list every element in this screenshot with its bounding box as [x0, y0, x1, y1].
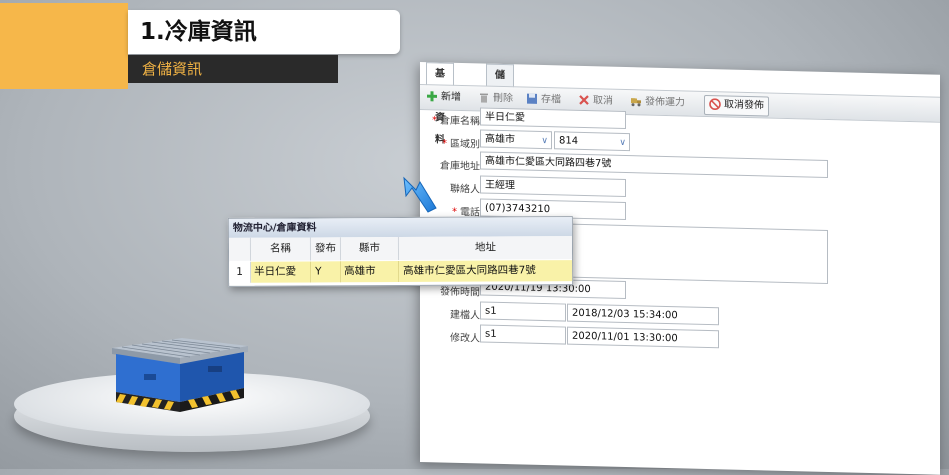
required-star: *	[442, 138, 447, 150]
warehouse-data-grid: 物流中心/倉庫資料 名稱 發布 縣市 地址 1 半日仁愛 Y 高雄市 高雄市仁愛…	[227, 216, 574, 287]
tab-basic-info[interactable]: 基本資料	[426, 62, 454, 146]
grid-cell-name[interactable]: 半日仁愛	[251, 261, 312, 283]
grid-header-published[interactable]: 發布	[310, 237, 342, 261]
modified-by-user-field: s1	[480, 324, 566, 345]
region-label: * 區域別	[442, 138, 480, 151]
city-select[interactable]: 高雄市	[480, 129, 552, 150]
grid-header-address[interactable]: 地址	[398, 236, 573, 261]
cancel-publish-label: 取消發佈	[724, 99, 764, 112]
grid-cell-city[interactable]: 高雄市	[341, 261, 400, 283]
modified-by-label: 修改人	[450, 332, 480, 345]
address-input[interactable]: 高雄市仁愛區大同路四巷7號	[480, 151, 828, 178]
no-publish-icon	[709, 98, 721, 111]
add-button[interactable]: 新增	[426, 88, 461, 107]
cancel-button[interactable]: 取消	[578, 92, 613, 111]
required-star: *	[432, 115, 437, 127]
save-button-label: 存檔	[541, 93, 561, 106]
warehouse-illustration	[112, 338, 248, 412]
created-time-field: 2018/12/03 15:34:00	[567, 303, 719, 326]
warehouse-name-label: * 倉庫名稱	[432, 115, 480, 128]
save-button[interactable]: 存檔	[526, 91, 561, 110]
modified-time-field: 2020/11/01 13:30:00	[567, 326, 719, 349]
grid-header-index	[228, 237, 252, 261]
grid-header-name[interactable]: 名稱	[250, 237, 312, 261]
add-button-label: 新增	[441, 91, 461, 104]
cancel-publish-button[interactable]: 取消發佈	[704, 94, 769, 117]
publish-capacity-button[interactable]: 發佈運力	[630, 93, 685, 112]
truck-icon	[631, 98, 641, 107]
grid-cell-address[interactable]: 高雄市仁愛區大同路四巷7號	[399, 260, 573, 283]
grid-cell-published[interactable]: Y	[311, 261, 342, 283]
cancel-button-label: 取消	[593, 95, 613, 107]
publish-capacity-label: 發佈運力	[645, 96, 685, 109]
page-title: 1.冷庫資訊	[128, 10, 400, 54]
close-icon	[579, 95, 589, 105]
created-by-label: 建檔人	[450, 309, 480, 322]
grid-row-index: 1	[229, 261, 252, 283]
pointer-arrow-icon	[403, 176, 437, 213]
tab-storage-location[interactable]: 儲位資料	[486, 63, 514, 147]
title-accent-block	[0, 3, 128, 89]
grid-title: 物流中心/倉庫資料	[228, 217, 572, 238]
grid-header-city[interactable]: 縣市	[340, 237, 400, 261]
created-by-user-field: s1	[480, 301, 566, 322]
contact-input[interactable]: 王經理	[480, 175, 626, 198]
warehouse-name-input[interactable]: 半日仁愛	[480, 107, 626, 130]
trash-icon	[480, 93, 488, 103]
plus-icon	[427, 91, 437, 102]
delete-button[interactable]: 刪除	[478, 89, 513, 108]
floppy-disk-icon	[527, 93, 537, 104]
page-subtitle: 倉儲資訊	[128, 55, 338, 83]
delete-button-label: 刪除	[493, 92, 513, 105]
zip-select[interactable]: 814	[554, 131, 630, 152]
